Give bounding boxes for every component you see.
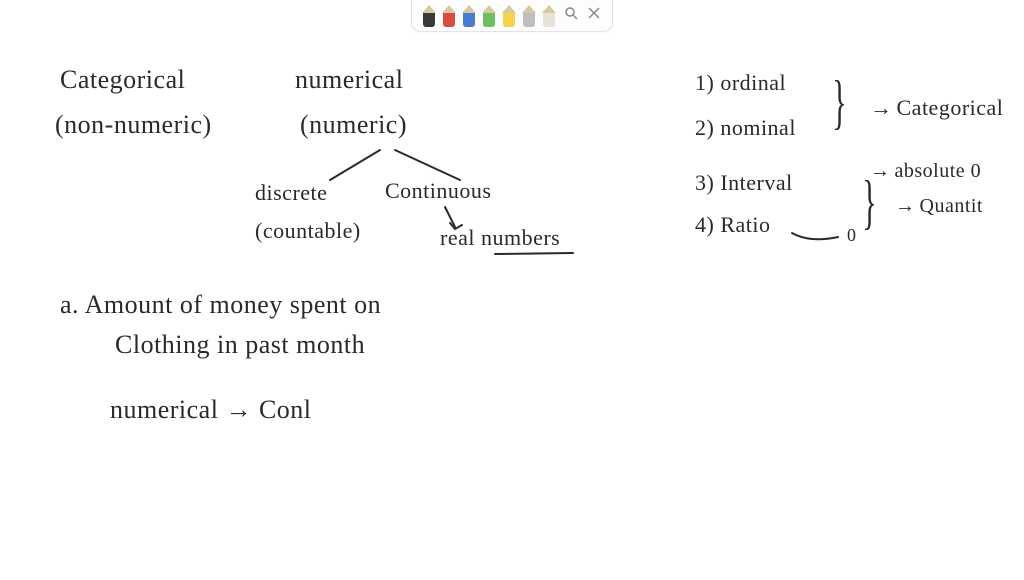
question-a-line2: Clothing in past month [115, 330, 365, 360]
ratio-arrow [790, 225, 850, 245]
heading-numerical: numerical [295, 65, 403, 95]
close-icon[interactable] [586, 5, 602, 26]
brace-top: } [832, 68, 846, 137]
label-absolute-zero: absolute 0 [870, 160, 1024, 183]
sub-non-numeric: (non-numeric) [55, 110, 212, 140]
ratio-zero: 0 [847, 225, 857, 246]
pen-green[interactable] [482, 5, 496, 27]
label-countable: (countable) [255, 218, 361, 243]
list-item-ratio: 4) Ratio [695, 212, 771, 237]
search-icon[interactable] [562, 4, 580, 27]
list-item-ordinal: 1) ordinal [695, 70, 786, 95]
pen-gray[interactable] [522, 5, 536, 27]
sub-numeric: (numeric) [300, 110, 407, 140]
pen-blue[interactable] [462, 5, 476, 27]
brace-bottom: } [862, 168, 876, 237]
heading-categorical: Categorical [60, 65, 185, 95]
label-categorical-arrow: Categorical [870, 95, 1024, 120]
pen-yellow[interactable] [502, 5, 516, 27]
list-item-interval: 3) Interval [695, 170, 793, 195]
pen-red[interactable] [442, 5, 456, 27]
label-discrete: discrete [255, 180, 327, 205]
question-a-line1: a. Amount of money spent on [60, 290, 381, 320]
underline-numbers [495, 250, 575, 258]
label-real-numbers: real numbers [440, 225, 560, 250]
pen-black[interactable] [422, 5, 436, 27]
pen-light[interactable] [542, 5, 556, 27]
whiteboard-canvas: Categorical (non-numeric) numerical (num… [0, 0, 1024, 580]
list-item-nominal: 2) nominal [695, 115, 796, 140]
label-quantitative: Quantit [895, 195, 1024, 218]
label-continuous: Continuous [385, 178, 491, 203]
pen-toolbar [411, 0, 613, 32]
answer-a: numerical → Conl [110, 395, 312, 425]
